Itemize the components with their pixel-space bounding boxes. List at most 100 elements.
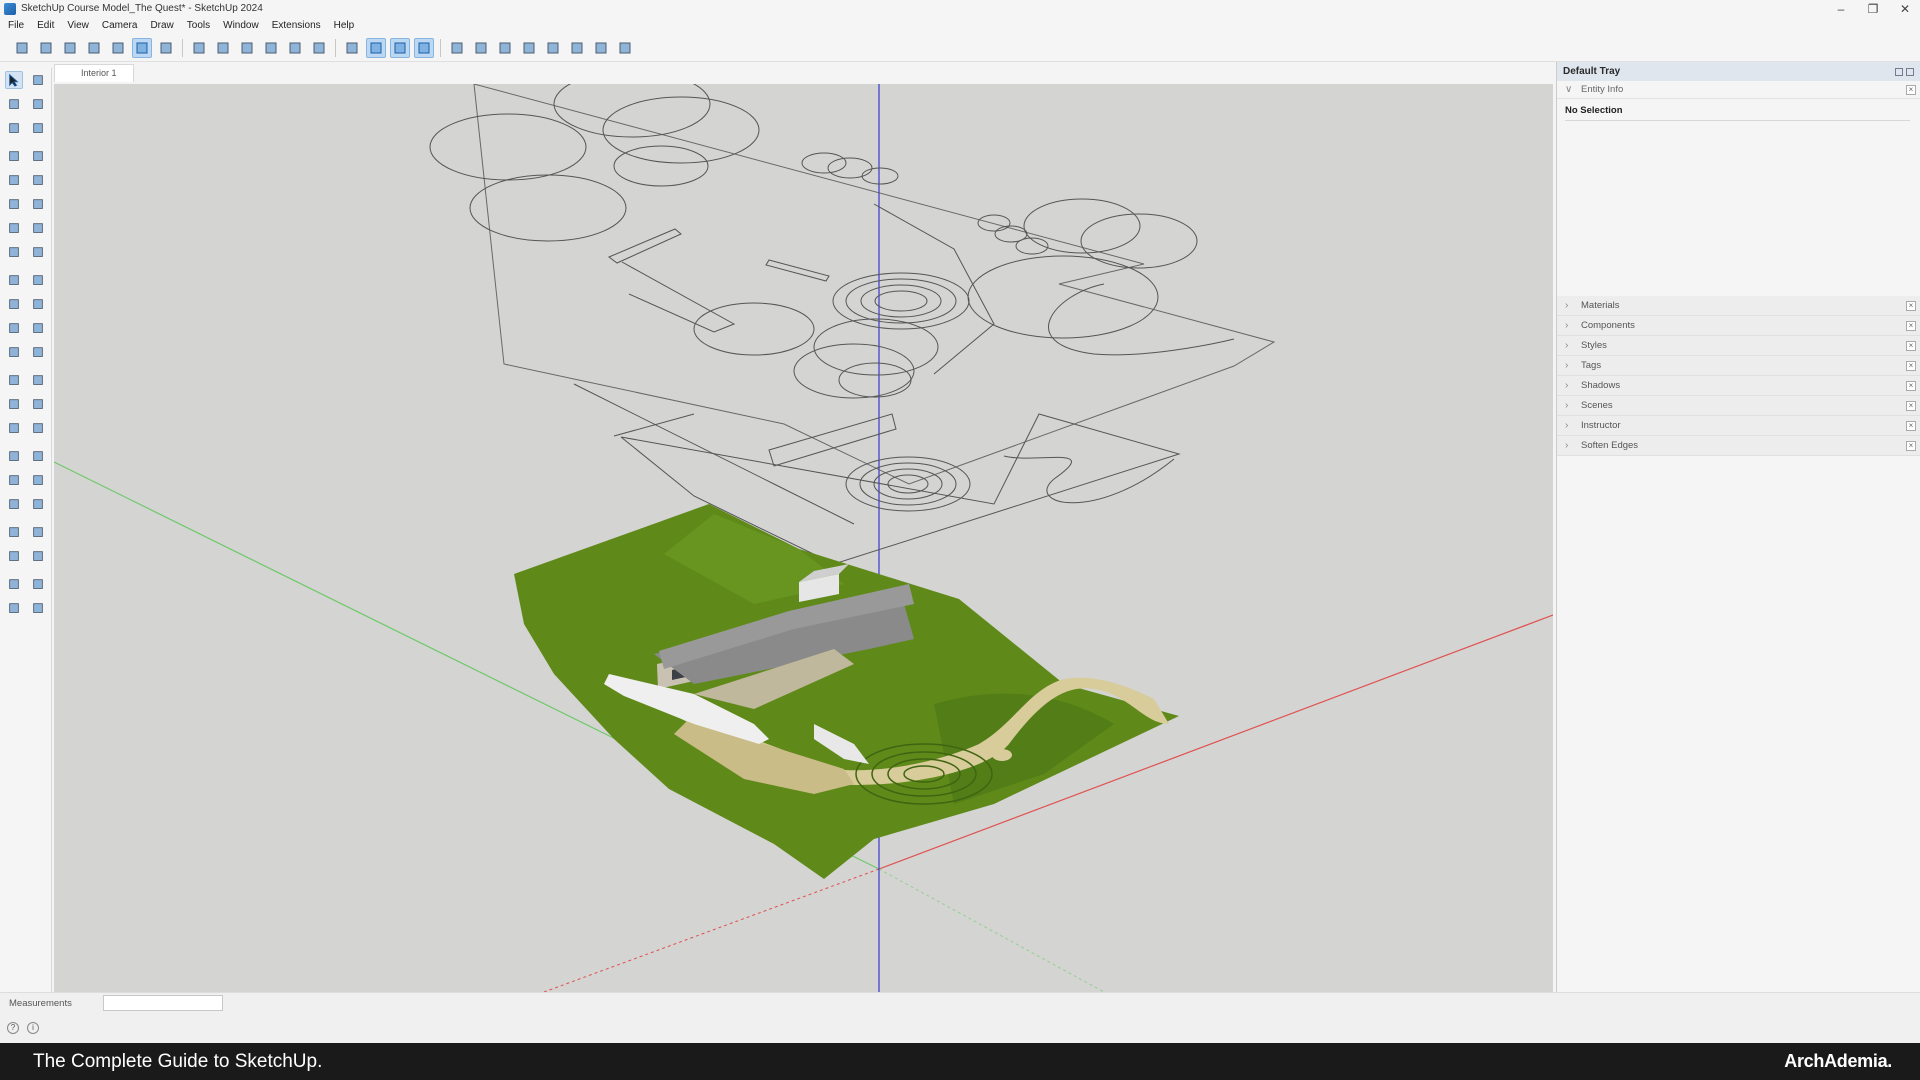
- close-icon[interactable]: ×: [1906, 340, 1916, 351]
- pencil-icon[interactable]: [5, 147, 23, 165]
- entity-info-header[interactable]: ∨ Entity Info ×: [1557, 81, 1920, 99]
- menu-edit[interactable]: Edit: [37, 20, 54, 31]
- 3d-text-icon[interactable]: [29, 419, 47, 437]
- lasso-icon[interactable]: [29, 71, 47, 89]
- menu-window[interactable]: Window: [223, 20, 259, 31]
- eraser-icon[interactable]: [29, 95, 47, 113]
- menu-extensions[interactable]: Extensions: [272, 20, 321, 31]
- right-view-icon[interactable]: [261, 38, 281, 58]
- close-icon[interactable]: ×: [1906, 380, 1916, 391]
- section-icon[interactable]: [29, 547, 47, 565]
- iso-view-icon[interactable]: [189, 38, 209, 58]
- info-icon[interactable]: i: [27, 1022, 39, 1034]
- rotate-icon[interactable]: [5, 295, 23, 313]
- circle-icon[interactable]: [5, 195, 23, 213]
- shaded-icon[interactable]: [108, 38, 128, 58]
- tray-panel-tags[interactable]: › Tags ×: [1557, 356, 1920, 376]
- tape-measure-icon[interactable]: [5, 371, 23, 389]
- tray-pin-icon[interactable]: [1895, 67, 1903, 76]
- tray-panel-instructor[interactable]: › Instructor ×: [1557, 416, 1920, 436]
- close-icon[interactable]: ×: [1906, 84, 1916, 95]
- display-section-cuts-icon[interactable]: [390, 37, 410, 58]
- eraser-soft-icon[interactable]: [29, 119, 47, 137]
- close-icon[interactable]: ×: [1906, 440, 1916, 451]
- axes-icon[interactable]: [5, 419, 23, 437]
- sandbox-contours-icon[interactable]: [447, 38, 467, 58]
- styles-icon[interactable]: [29, 599, 47, 617]
- sandbox-scratch-icon[interactable]: [471, 38, 491, 58]
- back-view-icon[interactable]: [285, 38, 305, 58]
- rectangle-icon[interactable]: [5, 171, 23, 189]
- close-icon[interactable]: ×: [1906, 320, 1916, 331]
- layers-icon[interactable]: [5, 599, 23, 617]
- zoom-extents-icon[interactable]: [5, 495, 23, 513]
- walk-icon[interactable]: [29, 523, 47, 541]
- tag-icon[interactable]: [5, 119, 23, 137]
- close-icon[interactable]: ×: [1906, 400, 1916, 411]
- left-view-icon[interactable]: [309, 38, 329, 58]
- menu-draw[interactable]: Draw: [150, 20, 173, 31]
- polygon-icon[interactable]: [29, 195, 47, 213]
- close-icon[interactable]: ×: [1906, 360, 1916, 371]
- push-pull-icon[interactable]: [29, 271, 47, 289]
- select-icon[interactable]: [4, 71, 23, 89]
- smoove-icon[interactable]: [495, 38, 515, 58]
- orbit-icon[interactable]: [5, 447, 23, 465]
- solid-tools-icon[interactable]: [5, 343, 23, 361]
- stamp-icon[interactable]: [519, 38, 539, 58]
- hidden-line-icon[interactable]: [84, 38, 104, 58]
- text-icon[interactable]: [29, 395, 47, 413]
- pan-icon[interactable]: [29, 447, 47, 465]
- drape-icon[interactable]: [543, 38, 563, 58]
- offset-icon[interactable]: [29, 319, 47, 337]
- tag-tool-icon[interactable]: [615, 38, 635, 58]
- menu-view[interactable]: View: [67, 20, 89, 31]
- tray-panel-materials[interactable]: › Materials ×: [1557, 296, 1920, 316]
- menu-file[interactable]: File: [8, 20, 24, 31]
- tray-panel-shadows[interactable]: › Shadows ×: [1557, 376, 1920, 396]
- zoom-window-icon[interactable]: [29, 471, 47, 489]
- zoom-icon[interactable]: [5, 471, 23, 489]
- restore-icon[interactable]: ❐: [1866, 2, 1880, 16]
- tray-panel-scenes[interactable]: › Scenes ×: [1557, 396, 1920, 416]
- wireframe-icon[interactable]: [60, 38, 80, 58]
- geolocation-icon[interactable]: ?: [7, 1022, 19, 1034]
- add-detail-icon[interactable]: [567, 38, 587, 58]
- position-camera-icon[interactable]: [5, 523, 23, 541]
- rotated-rectangle-icon[interactable]: [29, 171, 47, 189]
- measurements-input[interactable]: [103, 995, 223, 1011]
- top-view-icon[interactable]: [213, 38, 233, 58]
- two-point-arc-icon[interactable]: [29, 219, 47, 237]
- shaded-textures-icon[interactable]: [132, 37, 152, 58]
- freehand-icon[interactable]: [29, 147, 47, 165]
- 3d-viewport[interactable]: [54, 84, 1553, 992]
- arc-icon[interactable]: [5, 219, 23, 237]
- pie-icon[interactable]: [29, 243, 47, 261]
- flip-icon[interactable]: [29, 343, 47, 361]
- follow-me-icon[interactable]: [29, 295, 47, 313]
- previous-view-icon[interactable]: [29, 495, 47, 513]
- flip-edge-icon[interactable]: [591, 38, 611, 58]
- menu-camera[interactable]: Camera: [102, 20, 138, 31]
- protractor-icon[interactable]: [5, 395, 23, 413]
- extension-icon[interactable]: [29, 575, 47, 593]
- tray-menu-icon[interactable]: [1906, 67, 1914, 76]
- section-plane-icon[interactable]: [342, 38, 362, 58]
- tray-panel-components[interactable]: › Components ×: [1557, 316, 1920, 336]
- warehouse-icon[interactable]: [5, 575, 23, 593]
- move-icon[interactable]: [5, 271, 23, 289]
- paint-bucket-icon[interactable]: [5, 95, 23, 113]
- front-view-icon[interactable]: [237, 38, 257, 58]
- close-icon[interactable]: ✕: [1898, 2, 1912, 16]
- close-icon[interactable]: ×: [1906, 420, 1916, 431]
- menu-help[interactable]: Help: [334, 20, 355, 31]
- tray-panel-styles[interactable]: › Styles ×: [1557, 336, 1920, 356]
- tray-panel-soften-edges[interactable]: › Soften Edges ×: [1557, 436, 1920, 456]
- three-point-arc-icon[interactable]: [5, 243, 23, 261]
- menu-tools[interactable]: Tools: [187, 20, 210, 31]
- monochrome-icon[interactable]: [156, 38, 176, 58]
- tab-interior-1[interactable]: Interior 1: [54, 64, 134, 82]
- look-around-icon[interactable]: [5, 547, 23, 565]
- dimension-icon[interactable]: [29, 371, 47, 389]
- scale-icon[interactable]: [5, 319, 23, 337]
